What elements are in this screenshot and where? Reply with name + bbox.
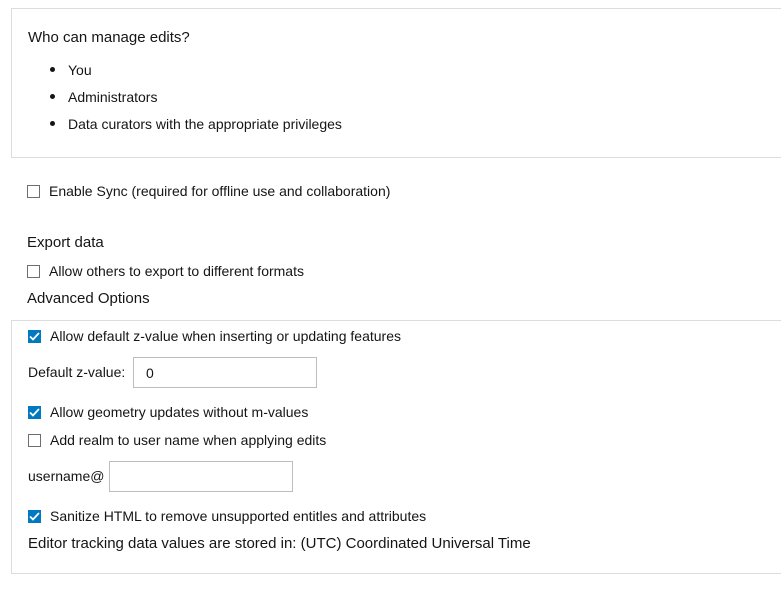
export-formats-checkbox[interactable] (27, 265, 40, 278)
enable-sync-label[interactable]: Enable Sync (required for offline use an… (49, 182, 390, 200)
username-label: username@ (28, 468, 105, 484)
manage-edits-title: Who can manage edits? (28, 29, 190, 46)
enable-sync-checkbox[interactable] (27, 185, 40, 198)
list-item: Data curators with the appropriate privi… (50, 115, 342, 142)
username-realm-input[interactable] (109, 461, 293, 492)
allow-z-value-label[interactable]: Allow default z-value when inserting or … (50, 327, 401, 345)
checkmark-icon (29, 512, 40, 521)
default-z-value-label: Default z-value: (28, 364, 126, 380)
editor-tracking-note: Editor tracking data values are stored i… (28, 535, 531, 552)
allow-z-value-checkbox[interactable] (28, 330, 41, 343)
checkmark-icon (29, 332, 40, 341)
allow-geometry-updates-label[interactable]: Allow geometry updates without m-values (50, 403, 308, 421)
export-formats-label[interactable]: Allow others to export to different form… (49, 262, 304, 280)
manage-edits-list: You Administrators Data curators with th… (50, 61, 342, 142)
list-item: Administrators (50, 88, 342, 115)
sanitize-html-label[interactable]: Sanitize HTML to remove unsupported enti… (50, 507, 426, 525)
sanitize-html-checkbox[interactable] (28, 510, 41, 523)
advanced-options-heading: Advanced Options (27, 290, 150, 307)
list-item: You (50, 61, 342, 88)
checkmark-icon (29, 408, 40, 417)
default-z-value-input[interactable] (133, 357, 317, 388)
export-data-heading: Export data (27, 234, 104, 251)
add-realm-checkbox[interactable] (28, 434, 41, 447)
manage-edits-panel: Who can manage edits? You Administrators… (11, 8, 781, 158)
allow-geometry-updates-checkbox[interactable] (28, 406, 41, 419)
add-realm-label[interactable]: Add realm to user name when applying edi… (50, 431, 326, 449)
